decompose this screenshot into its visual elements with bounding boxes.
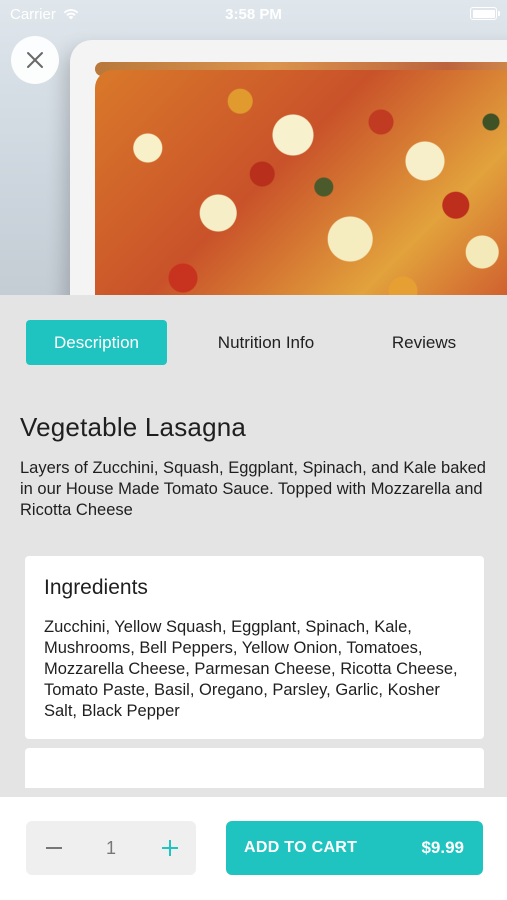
product-description: Layers of Zucchini, Squash, Eggplant, Sp…: [20, 459, 486, 519]
close-button[interactable]: [11, 36, 59, 84]
next-card: [25, 748, 484, 788]
minus-icon: [46, 847, 62, 849]
status-time: 3:58 PM: [225, 6, 282, 23]
lasagna-surface: [95, 70, 507, 295]
bottom-bar: 1 ADD TO CART $9.99: [0, 797, 507, 900]
increase-button[interactable]: [150, 821, 190, 875]
plus-icon: [162, 840, 178, 856]
decrease-button[interactable]: [34, 821, 74, 875]
add-to-cart-label: ADD TO CART: [244, 839, 358, 856]
product-image: [0, 0, 507, 295]
ingredients-text: Zucchini, Yellow Squash, Eggplant, Spina…: [44, 618, 458, 720]
battery-icon: [470, 7, 500, 20]
close-icon: [27, 52, 43, 68]
tab-nutrition-info[interactable]: Nutrition Info: [190, 320, 342, 365]
ingredients-title: Ingredients: [44, 576, 148, 599]
ingredients-card: Ingredients Zucchini, Yellow Squash, Egg…: [25, 556, 484, 739]
add-to-cart-button[interactable]: ADD TO CART $9.99: [226, 821, 483, 875]
price-label: $9.99: [421, 838, 464, 857]
tab-description[interactable]: Description: [26, 320, 167, 365]
status-bar: Carrier 3:58 PM: [0, 0, 507, 30]
product-title: Vegetable Lasagna: [20, 412, 247, 442]
quantity-value: 1: [105, 838, 116, 858]
quantity-stepper: 1: [26, 821, 196, 875]
tab-reviews[interactable]: Reviews: [372, 320, 476, 365]
tab-bar: Description Nutrition Info Reviews: [0, 295, 507, 390]
